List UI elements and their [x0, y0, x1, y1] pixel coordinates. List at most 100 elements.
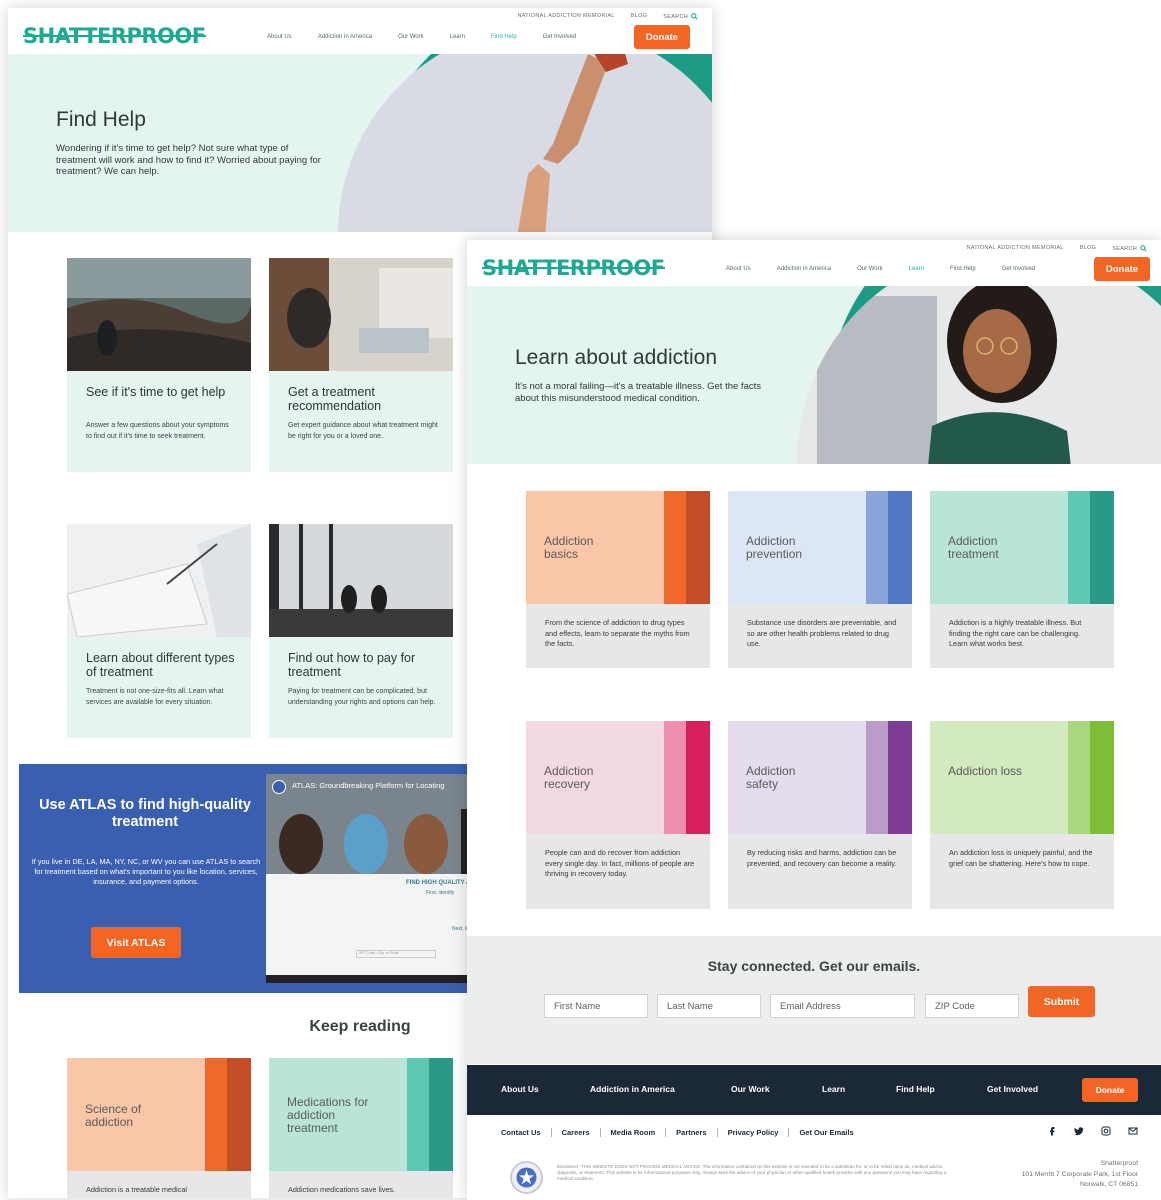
- utility-link-memorial[interactable]: NATIONAL ADDICTION MEMORIAL: [966, 245, 1063, 252]
- tile-title: Addiction safety: [746, 764, 796, 791]
- reading-card-description: Addiction medications save lives.: [288, 1185, 396, 1194]
- main-nav: About Us Addiction in America Our Work L…: [267, 34, 576, 40]
- nav-find-help[interactable]: Find Help: [491, 34, 517, 40]
- nav-get-involved[interactable]: Get Involved: [543, 34, 577, 40]
- card-description: Paying for treatment can be complicated,…: [288, 688, 436, 706]
- link-careers[interactable]: Careers: [550, 1128, 600, 1137]
- hero-description: It's not a moral failing—it's a treatabl…: [515, 381, 761, 404]
- topic-tile[interactable]: Addiction safety By reducing risks and ha…: [728, 721, 912, 909]
- card-description: Treatment is not one-size-fits all. Lear…: [86, 688, 224, 706]
- nav-addiction-in-america[interactable]: Addiction in America: [777, 266, 831, 272]
- card-title: Get a treatment recommendation: [288, 385, 382, 413]
- video-heading: FIND HIGH QUALITY AD: [406, 880, 475, 886]
- email-field[interactable]: Email Address: [770, 994, 915, 1018]
- link-get-our-emails[interactable]: Get Our Emails: [788, 1128, 863, 1137]
- footer-nav: About Us Addiction in America Our Work L…: [501, 1084, 1038, 1094]
- link-contact-us[interactable]: Contact Us: [501, 1128, 551, 1137]
- email-icon[interactable]: [1128, 1126, 1138, 1136]
- tile-description: People can and do recover from addiction…: [545, 848, 695, 878]
- video-zip-input: ZIP Code, City, or State: [356, 950, 436, 958]
- nav-learn[interactable]: Learn: [909, 266, 924, 272]
- tile-title: Addiction basics: [544, 534, 594, 561]
- utility-search-label: SEARCH: [1112, 245, 1137, 252]
- tile-stripe: [686, 721, 710, 834]
- link-media-room[interactable]: Media Room: [599, 1128, 666, 1137]
- instagram-icon[interactable]: [1101, 1126, 1111, 1136]
- topic-tile[interactable]: Addiction recovery People can and do reco…: [526, 721, 710, 909]
- footer-donate-button[interactable]: Donate: [1082, 1078, 1138, 1102]
- reading-card-medications[interactable]: Medications for addiction treatment Addi…: [269, 1058, 453, 1198]
- tile-stripe: [1090, 721, 1114, 834]
- shatterproof-logo[interactable]: SHATTERPROOF: [23, 25, 206, 47]
- tile-stripe: [664, 721, 686, 834]
- utility-search[interactable]: SEARCH: [1112, 245, 1147, 252]
- first-name-field[interactable]: First Name: [544, 994, 648, 1018]
- social-links: [1047, 1126, 1138, 1136]
- video-controls[interactable]: [266, 975, 479, 983]
- topic-tile[interactable]: Addiction prevention Substance use disord…: [728, 491, 912, 668]
- footer-nav-learn[interactable]: Learn: [822, 1084, 896, 1094]
- find-help-hero: Find Help Wondering if it's time to get …: [8, 54, 712, 232]
- tile-stripe: [888, 491, 912, 604]
- newsletter-title: Stay connected. Get our emails.: [707, 958, 921, 974]
- utility-link-memorial[interactable]: NATIONAL ADDICTION MEMORIAL: [517, 13, 614, 20]
- card-description: Get expert guidance about what treatment…: [288, 422, 438, 440]
- footer-nav-our-work[interactable]: Our Work: [731, 1084, 822, 1094]
- utility-nav: NATIONAL ADDICTION MEMORIAL BLOG SEARCH: [517, 13, 698, 20]
- atlas-video[interactable]: ATLAS: Groundbreaking Platform for Locat…: [266, 774, 479, 983]
- tile-stripe: [1068, 721, 1090, 834]
- topic-tile[interactable]: Addiction treatment Addiction is a highly…: [930, 491, 1114, 668]
- nav-about-us[interactable]: About Us: [726, 266, 751, 272]
- nav-our-work[interactable]: Our Work: [398, 34, 424, 40]
- footer-nav-addiction-in-america[interactable]: Addiction in America: [590, 1084, 731, 1094]
- disclaimer-text: Disclaimer: THIS WEBSITE DOES NOT PROVID…: [557, 1164, 947, 1182]
- tile-description: From the science of addiction to drug ty…: [545, 618, 690, 648]
- utility-link-blog[interactable]: BLOG: [1080, 245, 1096, 252]
- nav-learn[interactable]: Learn: [450, 34, 465, 40]
- footer-address: Shatterproof 101 Merritt 7 Corporate Par…: [1022, 1159, 1138, 1191]
- card-pay-for-treatment[interactable]: Find out how to pay for treatment Paying…: [269, 524, 453, 738]
- donate-button[interactable]: Donate: [634, 25, 690, 49]
- zip-code-field[interactable]: ZIP Code: [925, 994, 1019, 1018]
- tile-stripe: [664, 491, 686, 604]
- card-types-of-treatment[interactable]: Learn about different types of treatment…: [67, 524, 251, 738]
- nav-addiction-in-america[interactable]: Addiction in America: [318, 34, 372, 40]
- footer-nav-find-help[interactable]: Find Help: [896, 1084, 987, 1094]
- footer-nav-get-involved[interactable]: Get Involved: [987, 1084, 1038, 1094]
- reading-card-science[interactable]: Science of addiction Addiction is a trea…: [67, 1058, 251, 1198]
- reading-card-stripe: [407, 1058, 429, 1171]
- reading-card-stripe: [227, 1058, 251, 1171]
- address-street: 101 Merritt 7 Corporate Park, 1st Floor: [1021, 1170, 1138, 1178]
- nav-about-us[interactable]: About Us: [267, 34, 292, 40]
- last-name-field[interactable]: Last Name: [657, 994, 761, 1018]
- card-treatment-recommendation[interactable]: Get a treatment recommendation Get exper…: [269, 258, 453, 472]
- visit-atlas-button[interactable]: Visit ATLAS: [91, 927, 181, 958]
- utility-link-blog[interactable]: BLOG: [631, 13, 647, 20]
- card-description: Answer a few questions about your sympto…: [86, 422, 229, 440]
- newsletter-section: Stay connected. Get our emails. First Na…: [467, 936, 1161, 1064]
- video-first: First, identify: [426, 890, 455, 896]
- submit-button[interactable]: Submit: [1028, 986, 1095, 1017]
- facebook-icon[interactable]: [1047, 1126, 1057, 1136]
- topic-tile[interactable]: Addiction basics From the science of addi…: [526, 491, 710, 668]
- nav-our-work[interactable]: Our Work: [857, 266, 883, 272]
- footer-nav-about-us[interactable]: About Us: [501, 1084, 590, 1094]
- address-org: Shatterproof: [1100, 1160, 1138, 1167]
- reaching-hands-illustration: [517, 54, 628, 232]
- twitter-icon[interactable]: [1074, 1126, 1084, 1136]
- tile-stripe: [866, 491, 888, 604]
- link-privacy-policy[interactable]: Privacy Policy: [716, 1128, 789, 1137]
- utility-search[interactable]: SEARCH: [663, 13, 698, 20]
- card-time-to-get-help[interactable]: See if it's time to get help Answer a fe…: [67, 258, 251, 472]
- prescription-illustration: [67, 524, 251, 637]
- search-icon: [1140, 245, 1147, 252]
- nav-find-help[interactable]: Find Help: [950, 266, 976, 272]
- link-partners[interactable]: Partners: [665, 1128, 716, 1137]
- nav-get-involved[interactable]: Get Involved: [1002, 266, 1036, 272]
- tile-stripe: [866, 721, 888, 834]
- donate-button[interactable]: Donate: [1094, 257, 1150, 281]
- rocky-shore-illustration: [67, 258, 251, 371]
- topic-tile[interactable]: Addiction loss An addiction loss is uniqu…: [930, 721, 1114, 909]
- shatterproof-logo[interactable]: SHATTERPROOF: [482, 257, 665, 279]
- card-title: Learn about different types of treatment: [86, 651, 235, 679]
